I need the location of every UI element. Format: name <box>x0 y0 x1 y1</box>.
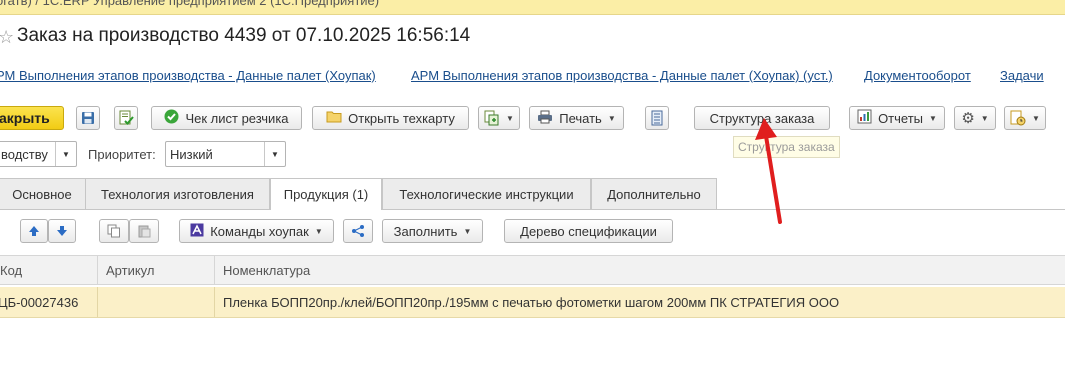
copy-button[interactable] <box>99 219 129 243</box>
table-header: Код Артикул Номенклатура <box>0 255 1065 285</box>
folder-icon <box>326 110 342 126</box>
close-button[interactable]: акрыть <box>0 106 64 130</box>
priority-label: Приоритет: <box>88 147 156 162</box>
order-structure-label: Структура заказа <box>709 110 815 126</box>
printer-icon <box>537 110 553 127</box>
save-button[interactable] <box>76 106 100 130</box>
chevron-down-icon[interactable]: ▼ <box>264 142 285 166</box>
priority-value: Низкий <box>170 146 213 162</box>
specification-tree-button[interactable]: Дерево спецификации <box>504 219 673 243</box>
paste-button[interactable] <box>129 219 159 243</box>
arrow-down-icon <box>57 226 67 236</box>
create-based-on-icon <box>484 110 499 126</box>
chevron-down-icon: ▼ <box>1032 113 1040 123</box>
open-techcard-label: Открыть техкарту <box>348 110 455 126</box>
fill-button[interactable]: Заполнить ▼ <box>382 219 483 243</box>
reports-label: Отчеты <box>878 110 923 126</box>
column-header-article[interactable]: Артикул <box>98 256 215 284</box>
reports-button[interactable]: Отчеты ▼ <box>849 106 945 130</box>
window-title-text: огатв) / 1С:ERP Управление предприятием … <box>0 0 380 8</box>
link-document-flow[interactable]: Документооборот <box>864 68 971 83</box>
open-techcard-button[interactable]: Открыть техкарту <box>312 106 469 130</box>
cell-code[interactable]: ЦБ-00027436 <box>0 287 98 317</box>
chevron-down-icon: ▼ <box>314 226 323 236</box>
post-and-close-button[interactable] <box>114 106 138 130</box>
tab-technological-instructions[interactable]: Технологические инструкции <box>382 178 591 209</box>
checklist-cutter-label: Чек лист резчика <box>185 110 289 126</box>
gear-icon: ⚙ <box>961 110 975 127</box>
fill-label: Заполнить <box>393 223 458 239</box>
order-structure-tooltip: Структура заказа <box>733 136 840 158</box>
cell-nomenclature[interactable]: Пленка БОПП20пр./клей/БОПП20пр./195мм с … <box>215 287 1065 317</box>
tabs-divider <box>0 209 1065 210</box>
direction-value: водству <box>1 146 48 162</box>
settings-button[interactable]: ⚙ ▼ <box>954 106 996 130</box>
chevron-down-icon: ▼ <box>506 113 514 123</box>
order-structure-button[interactable]: Структура заказа <box>694 106 830 130</box>
report-chart-icon <box>857 109 872 127</box>
history-button[interactable]: ▼ <box>1004 106 1046 130</box>
direction-select[interactable]: водству ▼ <box>0 141 77 167</box>
link-arm-pallet-data[interactable]: РМ Выполнения этапов производства - Данн… <box>0 68 376 83</box>
chevron-down-icon: ▼ <box>607 113 616 123</box>
check-circle-icon <box>164 109 179 127</box>
create-based-on-button[interactable]: ▼ <box>478 106 520 130</box>
specification-tree-label: Дерево спецификации <box>520 223 657 239</box>
window-title-bar: огатв) / 1С:ERP Управление предприятием … <box>0 0 1065 15</box>
move-up-button[interactable] <box>20 219 48 243</box>
chevron-down-icon: ▼ <box>463 226 472 236</box>
chevron-down-icon: ▼ <box>929 113 937 123</box>
arrow-up-icon <box>29 226 39 236</box>
copy-icon <box>107 224 120 238</box>
chevron-down-icon: ▼ <box>980 113 989 123</box>
chevron-down-icon[interactable]: ▼ <box>55 142 76 166</box>
tab-main[interactable]: Основное <box>0 178 86 209</box>
document-check-icon <box>119 110 134 125</box>
column-header-nomenclature[interactable]: Номенклатура <box>215 256 1065 284</box>
print-label: Печать <box>559 110 602 126</box>
list-view-button[interactable] <box>645 106 669 130</box>
favorite-star-icon[interactable]: ☆ <box>0 27 14 48</box>
print-button[interactable]: Печать ▼ <box>529 106 624 130</box>
move-down-button[interactable] <box>48 219 76 243</box>
tab-manufacturing-technology[interactable]: Технология изготовления <box>85 178 270 209</box>
tab-products[interactable]: Продукция (1) <box>270 178 382 210</box>
link-tasks[interactable]: Задачи <box>1000 68 1044 83</box>
page-title: Заказ на производство 4439 от 07.10.2025… <box>17 25 471 46</box>
hoopak-commands-button[interactable]: Команды хоупак ▼ <box>179 219 334 243</box>
paste-icon <box>138 225 151 238</box>
share-button[interactable] <box>343 219 373 243</box>
hoopak-logo-icon <box>190 223 204 240</box>
share-icon <box>352 225 364 237</box>
document-list-icon <box>651 110 663 126</box>
cell-article[interactable] <box>98 287 215 317</box>
checklist-cutter-button[interactable]: Чек лист резчика <box>151 106 302 130</box>
column-header-code[interactable]: Код <box>0 256 98 284</box>
save-icon <box>82 112 94 124</box>
tab-additional[interactable]: Дополнительно <box>591 178 717 209</box>
priority-select[interactable]: Низкий ▼ <box>165 141 286 167</box>
hoopak-commands-label: Команды хоупак <box>210 223 309 239</box>
link-arm-pallet-data-setup[interactable]: АРМ Выполнения этапов производства - Дан… <box>411 68 833 83</box>
document-clock-icon <box>1010 110 1026 126</box>
table-row[interactable]: ЦБ-00027436 Пленка БОПП20пр./клей/БОПП20… <box>0 287 1065 318</box>
